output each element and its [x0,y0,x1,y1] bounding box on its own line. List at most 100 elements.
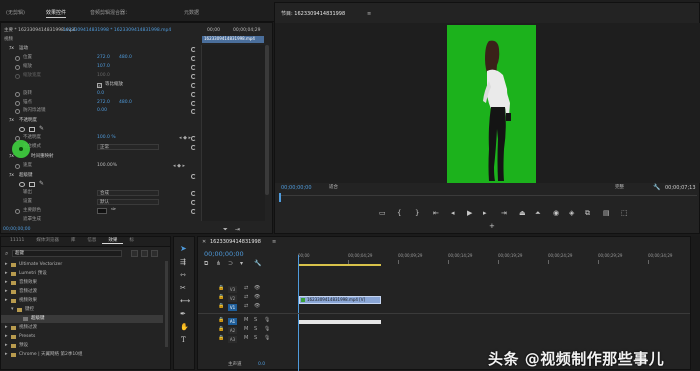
master-value[interactable]: 0.0 [258,362,265,368]
program-title[interactable]: 节目: 1623309414831998 [281,12,345,17]
lift-icon[interactable]: ⏏ [519,210,526,217]
speed-keyframe-icon[interactable]: ◂ ◆ ▸ [173,164,185,169]
clip-selector[interactable]: 1623309414831998 * 1623309414831998.mp4 [63,28,171,34]
tab-media-browser[interactable]: 媒体浏览器 [30,239,65,244]
tree-yuv-icon[interactable] [151,250,158,257]
eye-icon[interactable]: 👁 [254,295,260,300]
tree-item[interactable]: ▸ 视频过渡 [1,324,163,332]
scale-width-reset-icon[interactable] [191,74,196,79]
effects-scrollbar[interactable] [165,261,168,347]
type-tool-icon[interactable]: T [181,337,186,344]
tab-metadata[interactable]: 元数据 [184,11,199,16]
tab-library[interactable]: 库 [65,239,82,244]
key-color-swatch[interactable] [97,208,107,214]
blend-mode-dropdown[interactable]: 正常 [97,144,159,150]
lock-icon[interactable]: 🔒 [218,295,224,300]
eyedropper-icon[interactable]: ✑ [111,207,116,213]
key-color-reset-icon[interactable] [191,209,196,214]
go-to-in-icon[interactable]: ⇤ [433,210,439,217]
track-target-button[interactable]: A3 [228,336,237,343]
effect-footer-timecode[interactable]: 00;00;00;00 [3,227,30,233]
blend-reset-icon[interactable] [191,145,196,150]
sync-lock-icon[interactable]: ⇄ [244,304,248,309]
selection-tool-icon[interactable]: ➤ [180,245,187,253]
tree-chevron-icon[interactable]: ▸ [5,262,8,267]
scale-value[interactable]: 107.0 [97,64,110,70]
export-frame-icon[interactable]: ◉ [553,210,559,217]
timeline-timecode[interactable]: 00;00;00;00 [204,251,244,258]
track-target-button[interactable]: V3 [228,286,237,293]
anchor-x-value[interactable]: 272.0 [97,100,110,106]
tab-markers[interactable]: 标 [123,239,140,244]
rotation-value[interactable]: 0.0 [97,91,104,97]
mute-icon[interactable]: M [244,336,248,341]
step-forward-icon[interactable]: ▸ [483,210,487,217]
timeline-settings-icon[interactable]: 🔧 [254,261,261,267]
add-marker-icon[interactable]: ▾ [240,261,243,267]
linked-icon[interactable]: ⊃ [228,261,233,267]
hand-tool-icon[interactable]: ✋ [180,324,189,331]
motion-label[interactable]: 运动 [19,46,28,52]
position-x-value[interactable]: 272.0 [97,55,110,61]
solo-icon[interactable]: S [254,336,257,341]
mask-generation-label[interactable]: 遮罩生成 [23,217,41,223]
tree-item[interactable]: ▸ Chrome | 天翼网络 第2季10组 [1,351,163,359]
position-y-value[interactable]: 480.0 [119,55,132,61]
tree-item[interactable]: ▸ 视频效果 [1,297,163,305]
lock-icon[interactable]: 🔒 [218,304,224,309]
effects-search-input[interactable]: 超键 [12,250,122,257]
pen-mask-icon[interactable]: ✎ [39,126,44,132]
export-icon[interactable]: ⇥ [235,227,240,233]
track-target-button[interactable]: A1 [228,318,237,325]
step-back-icon[interactable]: ◂ [451,210,455,217]
flicker-stopwatch-icon[interactable] [15,109,20,114]
track-target-button[interactable]: A2 [228,327,237,334]
anchor-y-value[interactable]: 480.0 [119,100,132,106]
settings-wrench-icon[interactable]: 🔧 [653,185,660,191]
tree-item[interactable]: 超级键 [1,315,163,323]
ripple-edit-tool-icon[interactable]: ⇿ [180,272,186,279]
opacity-reset-icon[interactable] [191,136,196,141]
keyer-rect-mask-icon[interactable] [29,182,35,187]
mute-icon[interactable]: M [244,327,248,332]
motion-reset-icon[interactable] [191,47,196,52]
top-menu-title[interactable]: (无剪辑) [6,11,25,16]
tree-chevron-icon[interactable]: ▸ [5,352,8,357]
add-button-icon[interactable]: + [489,223,495,230]
track-target-button[interactable]: V2 [228,295,237,302]
compare-icon[interactable]: ◈ [569,210,574,217]
timeline-title[interactable]: 1623309414831998 [210,240,261,245]
timeline-menu-icon[interactable]: ≡ [272,240,276,245]
tree-chevron-icon[interactable]: ▸ [5,334,8,339]
tree-item[interactable]: ▸ 预设 [1,342,163,350]
work-area-bar[interactable] [299,264,381,266]
opacity-section-label[interactable]: 不透明度 [19,118,37,124]
timeline-close-icon[interactable]: ✕ [202,240,206,245]
output-reset-icon[interactable] [191,191,196,196]
keyer-pen-mask-icon[interactable]: ✎ [39,181,44,187]
sync-lock-icon[interactable]: ⇄ [244,286,248,291]
anchor-reset-icon[interactable] [191,101,196,106]
rotation-reset-icon[interactable] [191,92,196,97]
opacity-value[interactable]: 100.0 % [97,135,116,141]
opacity-keyframe-icon[interactable]: ◂ ◆ ▸ [179,136,191,141]
solo-icon[interactable]: S [254,318,257,323]
tree-item[interactable]: ▸ 音频效果 [1,279,163,287]
razor-tool-icon[interactable]: ✂ [180,285,186,292]
tree-chevron-icon[interactable]: ▸ [5,271,8,276]
extract-icon[interactable]: ⏶ [535,210,541,217]
position-reset-icon[interactable] [191,56,196,61]
fit-dropdown[interactable]: 适合 [327,185,367,191]
tree-chevron-icon[interactable]: ▸ [5,343,8,348]
tree-item[interactable]: ▸ Ultimate Vectorizer [1,261,163,269]
tree-item[interactable]: ▸ Lumetri 预设 [1,270,163,278]
ultra-key-label[interactable]: 超级键 [19,173,33,179]
tree-32bit-icon[interactable] [141,250,148,257]
program-scrub-bar[interactable] [279,195,697,196]
rotation-stopwatch-icon[interactable] [15,92,20,97]
mark-out-icon[interactable]: } [415,210,419,217]
nest-icon[interactable]: ⧉ [204,261,208,267]
lock-icon[interactable]: 🔒 [218,318,224,323]
keyer-ellipse-mask-icon[interactable] [19,182,25,187]
speed-value[interactable]: 100.00% [97,163,117,169]
